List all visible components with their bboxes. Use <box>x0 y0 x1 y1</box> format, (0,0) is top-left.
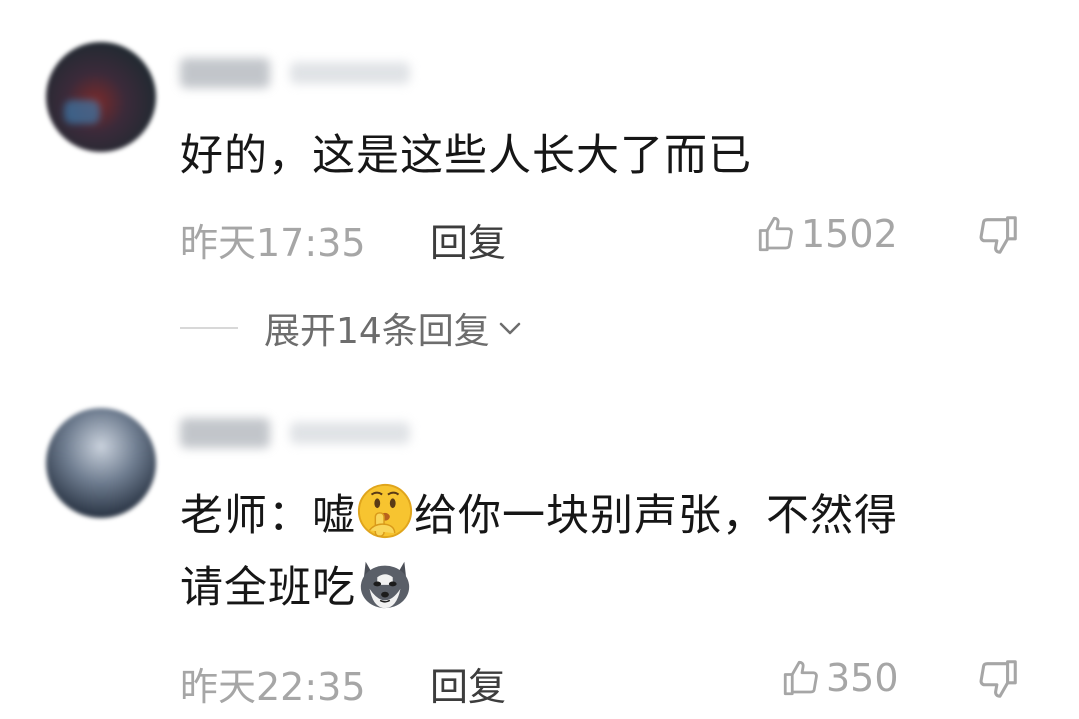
comment-text-part: 给你一块别声张，不然得 <box>414 491 898 541</box>
comment-time: 昨天17:35 <box>180 221 366 265</box>
comment-time: 昨天22:35 <box>180 665 366 709</box>
comment-text: 好的，这是这些人长大了而已 <box>180 131 752 181</box>
like-count: 1502 <box>801 212 898 256</box>
avatar[interactable] <box>46 42 156 152</box>
user-tag-blurred <box>290 422 410 444</box>
divider <box>180 327 238 329</box>
shushing-face-emoji <box>357 483 413 539</box>
thumbs-up-icon <box>783 660 818 696</box>
comment-text-part: 老师：嘘 <box>180 491 356 541</box>
thumbs-down-icon[interactable] <box>975 212 1021 258</box>
user-tag-blurred <box>290 62 410 84</box>
like-count: 350 <box>826 656 899 700</box>
expand-replies[interactable]: 展开14条回复 <box>180 302 524 354</box>
husky-dog-emoji <box>360 561 410 609</box>
like-button[interactable]: 1502 <box>755 212 898 256</box>
chevron-down-icon <box>499 322 521 335</box>
reply-button[interactable]: 回复 <box>430 212 506 267</box>
comment-text: 老师：嘘 给你一块别声张，不然得 请全班吃 <box>180 480 1040 624</box>
avatar[interactable] <box>46 408 156 518</box>
username-blurred[interactable] <box>180 418 270 448</box>
thumbs-down-icon[interactable] <box>975 656 1021 702</box>
expand-replies-label: 展开14条回复 <box>264 311 490 352</box>
username-blurred[interactable] <box>180 58 270 88</box>
reply-button[interactable]: 回复 <box>430 656 506 711</box>
comment-text-part: 请全班吃 <box>180 563 356 613</box>
like-button[interactable]: 350 <box>780 656 899 700</box>
thumbs-up-icon <box>758 216 793 252</box>
comment-list: 好的，这是这些人长大了而已 昨天17:35 回复 1502 展开14条回复 老师… <box>0 0 1079 719</box>
